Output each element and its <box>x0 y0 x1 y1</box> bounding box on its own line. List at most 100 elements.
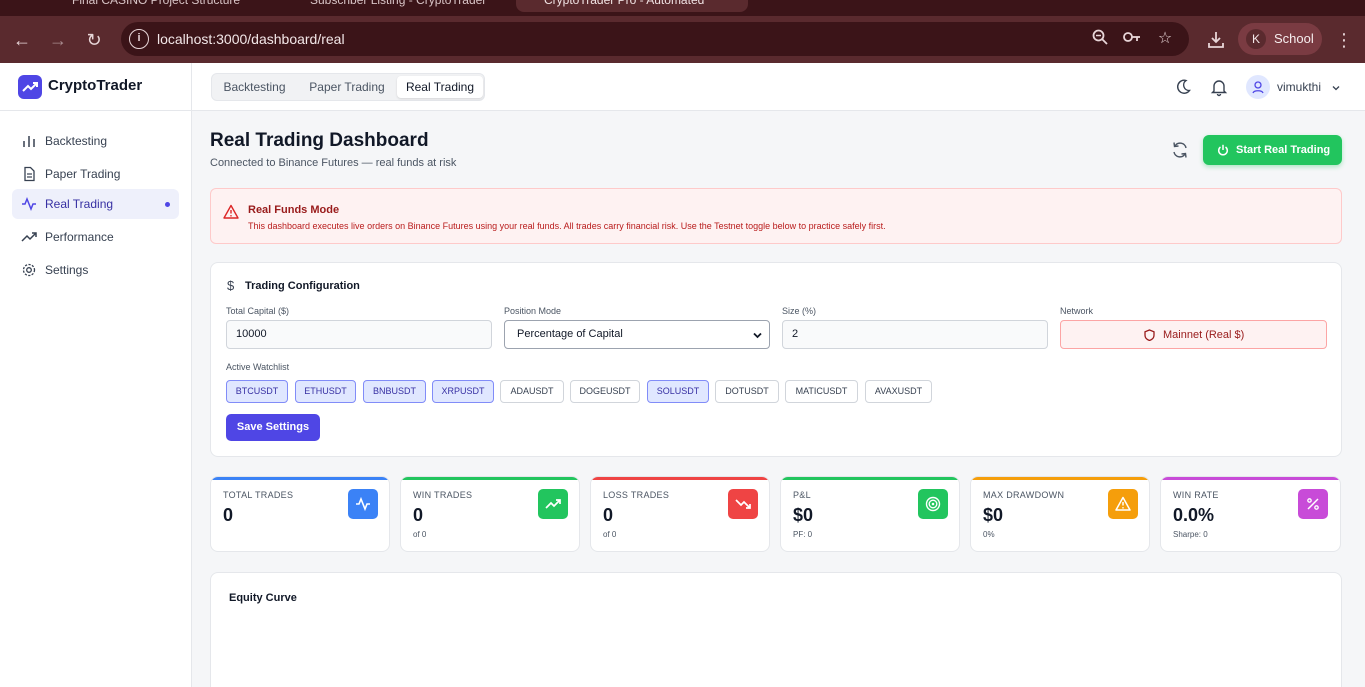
stat-subtext: of 0 <box>413 530 427 539</box>
sidebar-item-label: Backtesting <box>45 134 108 148</box>
url-text[interactable]: localhost:3000/dashboard/real <box>157 31 345 47</box>
sidebar-item-paper-trading[interactable]: Paper Trading <box>12 159 179 189</box>
tab-backtesting[interactable]: Backtesting <box>214 76 295 98</box>
watchlist-chip-solusdt[interactable]: SOLUSDT <box>647 380 709 403</box>
document-icon <box>24 166 35 182</box>
alert-title: Real Funds Mode <box>248 204 340 216</box>
tab-real-trading[interactable]: Real Trading <box>397 76 483 98</box>
stat-accent-bar <box>211 477 389 480</box>
watchlist-chip-adausdt[interactable]: ADAUSDT <box>500 380 564 403</box>
warning-icon <box>223 204 239 219</box>
stat-label: WIN RATE <box>1173 490 1219 500</box>
save-settings-button[interactable]: Save Settings <box>226 414 320 441</box>
stat-value: 0 <box>413 505 424 525</box>
watchlist-chip-dogeusdt[interactable]: DOGEUSDT <box>570 380 640 403</box>
trending-up-logo-icon <box>18 75 42 99</box>
position-mode-value: Percentage of Capital <box>517 328 623 340</box>
back-icon[interactable]: ← <box>10 28 34 52</box>
watchlist-chip-bnbusdt[interactable]: BNBUSDT <box>363 380 426 403</box>
top-bar: Backtesting Paper Trading Real Trading v… <box>192 63 1365 111</box>
sidebar: CryptoTrader Backtesting Paper Trading R… <box>0 63 192 687</box>
profile-avatar: K <box>1246 29 1266 49</box>
sidebar-item-performance[interactable]: Performance <box>12 222 179 252</box>
mode-tabs: Backtesting Paper Trading Real Trading <box>211 73 485 101</box>
tab-paper-trading[interactable]: Paper Trading <box>301 76 393 98</box>
profile-button[interactable]: K School <box>1238 23 1322 55</box>
watchlist-chip-avaxusdt[interactable]: AVAXUSDT <box>865 380 932 403</box>
sidebar-item-label: Settings <box>45 263 89 277</box>
chevron-down-icon <box>753 332 762 339</box>
equity-curve-title: Equity Curve <box>229 592 297 604</box>
refresh-icon[interactable] <box>1170 140 1190 160</box>
warning-icon <box>1108 489 1138 519</box>
forward-icon[interactable]: → <box>46 28 70 52</box>
trading-configuration-card: $ Trading Configuration Total Capital ($… <box>210 262 1342 457</box>
watchlist-chip-dotusdt[interactable]: DOTUSDT <box>715 380 779 403</box>
trending-up-icon <box>21 232 37 242</box>
watchlist-chip-btcusdt[interactable]: BTCUSDT <box>226 380 288 403</box>
star-icon[interactable]: ☆ <box>1154 28 1176 50</box>
start-button-label: Start Real Trading <box>1236 144 1331 156</box>
stat-label: MAX DRAWDOWN <box>983 490 1065 500</box>
user-name: vimukthi <box>1277 80 1322 94</box>
watchlist-chip-xrpusdt[interactable]: XRPUSDT <box>432 380 494 403</box>
browser-tab-strip: Final CASINO Project Structure Subscribe… <box>0 0 1365 16</box>
more-menu-icon[interactable]: ⋮ <box>1332 28 1356 52</box>
sidebar-item-backtesting[interactable]: Backtesting <box>12 126 179 156</box>
stat-card-pnl: P&L $0 PF: 0 <box>780 476 960 552</box>
stat-subtext: PF: 0 <box>793 530 813 539</box>
dollar-icon: $ <box>227 278 235 293</box>
moon-icon[interactable] <box>1173 77 1193 97</box>
sidebar-item-real-trading[interactable]: Real Trading <box>12 189 179 219</box>
alert-text: This dashboard executes live orders on B… <box>248 221 886 231</box>
watchlist-chip-ethusdt[interactable]: ETHUSDT <box>295 380 356 403</box>
zoom-icon[interactable] <box>1089 28 1111 50</box>
stat-value: 0 <box>603 505 614 525</box>
start-real-trading-button[interactable]: Start Real Trading <box>1203 135 1342 165</box>
stat-accent-bar <box>781 477 959 480</box>
capital-input[interactable]: 10000 <box>226 320 492 349</box>
network-toggle[interactable]: Mainnet (Real $) <box>1060 320 1327 349</box>
watchlist-label: Active Watchlist <box>226 362 290 372</box>
browser-tab[interactable]: Final CASINO Project Structure <box>44 0 274 12</box>
browser-toolbar: ← → ↻ i localhost:3000/dashboard/real ☆ … <box>0 16 1365 63</box>
stat-card-win-trades: WIN TRADES 0 of 0 <box>400 476 580 552</box>
network-value: Mainnet (Real $) <box>1163 329 1245 341</box>
stat-label: WIN TRADES <box>413 490 473 500</box>
bar-chart-icon <box>23 136 35 147</box>
stat-accent-bar <box>591 477 769 480</box>
page-title: Real Trading Dashboard <box>210 130 429 151</box>
browser-tab[interactable]: Subscriber Listing - CryptoTrader <box>282 0 512 12</box>
brand-name: CryptoTrader <box>48 77 143 94</box>
power-icon <box>1218 144 1228 156</box>
stat-label: LOSS TRADES <box>603 490 670 500</box>
real-funds-alert: Real Funds Mode This dashboard executes … <box>210 188 1342 244</box>
size-label: Size (%) <box>782 306 817 316</box>
size-input[interactable]: 2 <box>782 320 1048 349</box>
stat-subtext: 0% <box>983 530 995 539</box>
download-icon[interactable] <box>1204 28 1228 52</box>
stat-card-win-rate: WIN RATE 0.0% Sharpe: 0 <box>1160 476 1341 552</box>
site-info-icon[interactable]: i <box>129 29 149 49</box>
network-label: Network <box>1060 306 1094 316</box>
config-title: Trading Configuration <box>245 280 360 292</box>
stat-accent-bar <box>1161 477 1340 480</box>
gear-icon <box>22 263 36 277</box>
sidebar-item-label: Paper Trading <box>45 167 121 181</box>
bell-icon[interactable] <box>1209 77 1229 97</box>
key-icon[interactable] <box>1121 28 1143 50</box>
watchlist-chip-maticusdt[interactable]: MATICUSDT <box>785 380 858 403</box>
sidebar-item-settings[interactable]: Settings <box>12 255 179 285</box>
chevron-down-icon <box>1332 86 1340 91</box>
browser-tab-active[interactable]: CryptoTrader Pro - Automated <box>516 0 748 12</box>
equity-curve-card: Equity Curve <box>210 572 1342 687</box>
reload-icon[interactable]: ↻ <box>82 28 106 52</box>
position-mode-select[interactable]: Percentage of Capital <box>504 320 770 349</box>
page-subtitle: Connected to Binance Futures — real fund… <box>210 157 457 169</box>
stat-card-total-trades: TOTAL TRADES 0 <box>210 476 390 552</box>
address-bar[interactable]: i localhost:3000/dashboard/real ☆ <box>121 22 1189 56</box>
stat-value: $0 <box>983 505 1004 525</box>
stat-value: $0 <box>793 505 814 525</box>
stat-accent-bar <box>401 477 579 480</box>
capital-label: Total Capital ($) <box>226 306 290 316</box>
